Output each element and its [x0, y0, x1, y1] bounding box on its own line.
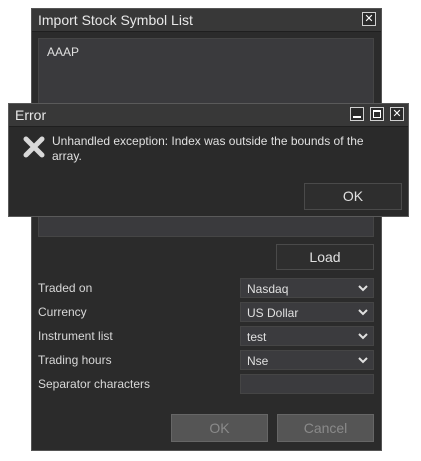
main-titlebar[interactable]: Import Stock Symbol List ✕	[32, 9, 381, 32]
maximize-icon[interactable]	[370, 107, 384, 121]
currency-label: Currency	[38, 305, 87, 319]
traded-on-value: Nasdaq	[247, 282, 289, 296]
chevron-down-icon	[358, 357, 368, 364]
trading-hours-value: Nse	[247, 354, 269, 368]
instrument-list-select[interactable]: test	[240, 326, 374, 346]
ok-button[interactable]: OK	[171, 414, 268, 442]
load-button-label: Load	[309, 249, 341, 265]
cancel-button[interactable]: Cancel	[277, 414, 374, 442]
traded-on-select[interactable]: Nasdaq	[240, 278, 374, 298]
load-button[interactable]: Load	[276, 244, 374, 270]
chevron-down-icon	[358, 309, 368, 316]
trading-hours-select[interactable]: Nse	[240, 350, 374, 370]
error-message: Unhandled exception: Index was outside t…	[52, 134, 364, 163]
symbols-text: AAAP	[47, 45, 80, 59]
error-ok-button[interactable]: OK	[304, 183, 402, 210]
chevron-down-icon	[358, 285, 368, 292]
separator-characters-input[interactable]	[240, 374, 374, 394]
traded-on-label: Traded on	[38, 281, 93, 295]
trading-hours-label: Trading hours	[38, 353, 112, 367]
error-title: Error	[15, 107, 47, 123]
close-icon[interactable]: ✕	[390, 107, 404, 121]
error-x-icon	[23, 136, 45, 158]
window-title: Import Stock Symbol List	[38, 12, 193, 28]
currency-value: US Dollar	[247, 306, 299, 320]
chevron-down-icon	[358, 333, 368, 340]
minimize-icon[interactable]	[350, 107, 364, 121]
currency-select[interactable]: US Dollar	[240, 302, 374, 322]
cancel-button-label: Cancel	[303, 420, 348, 436]
error-dialog: Error ✕ Unhandled exception: Index was o…	[8, 103, 409, 217]
instrument-list-value: test	[247, 330, 267, 344]
separator-characters-label: Separator characters	[38, 377, 151, 391]
ok-button-label: OK	[209, 420, 230, 436]
import-stock-symbol-window: Import Stock Symbol List ✕ AAAP Load Tra…	[31, 8, 382, 451]
instrument-list-label: Instrument list	[38, 329, 113, 343]
error-ok-button-label: OK	[342, 188, 364, 204]
error-titlebar[interactable]: Error ✕	[9, 104, 408, 127]
close-icon[interactable]: ✕	[362, 12, 376, 26]
